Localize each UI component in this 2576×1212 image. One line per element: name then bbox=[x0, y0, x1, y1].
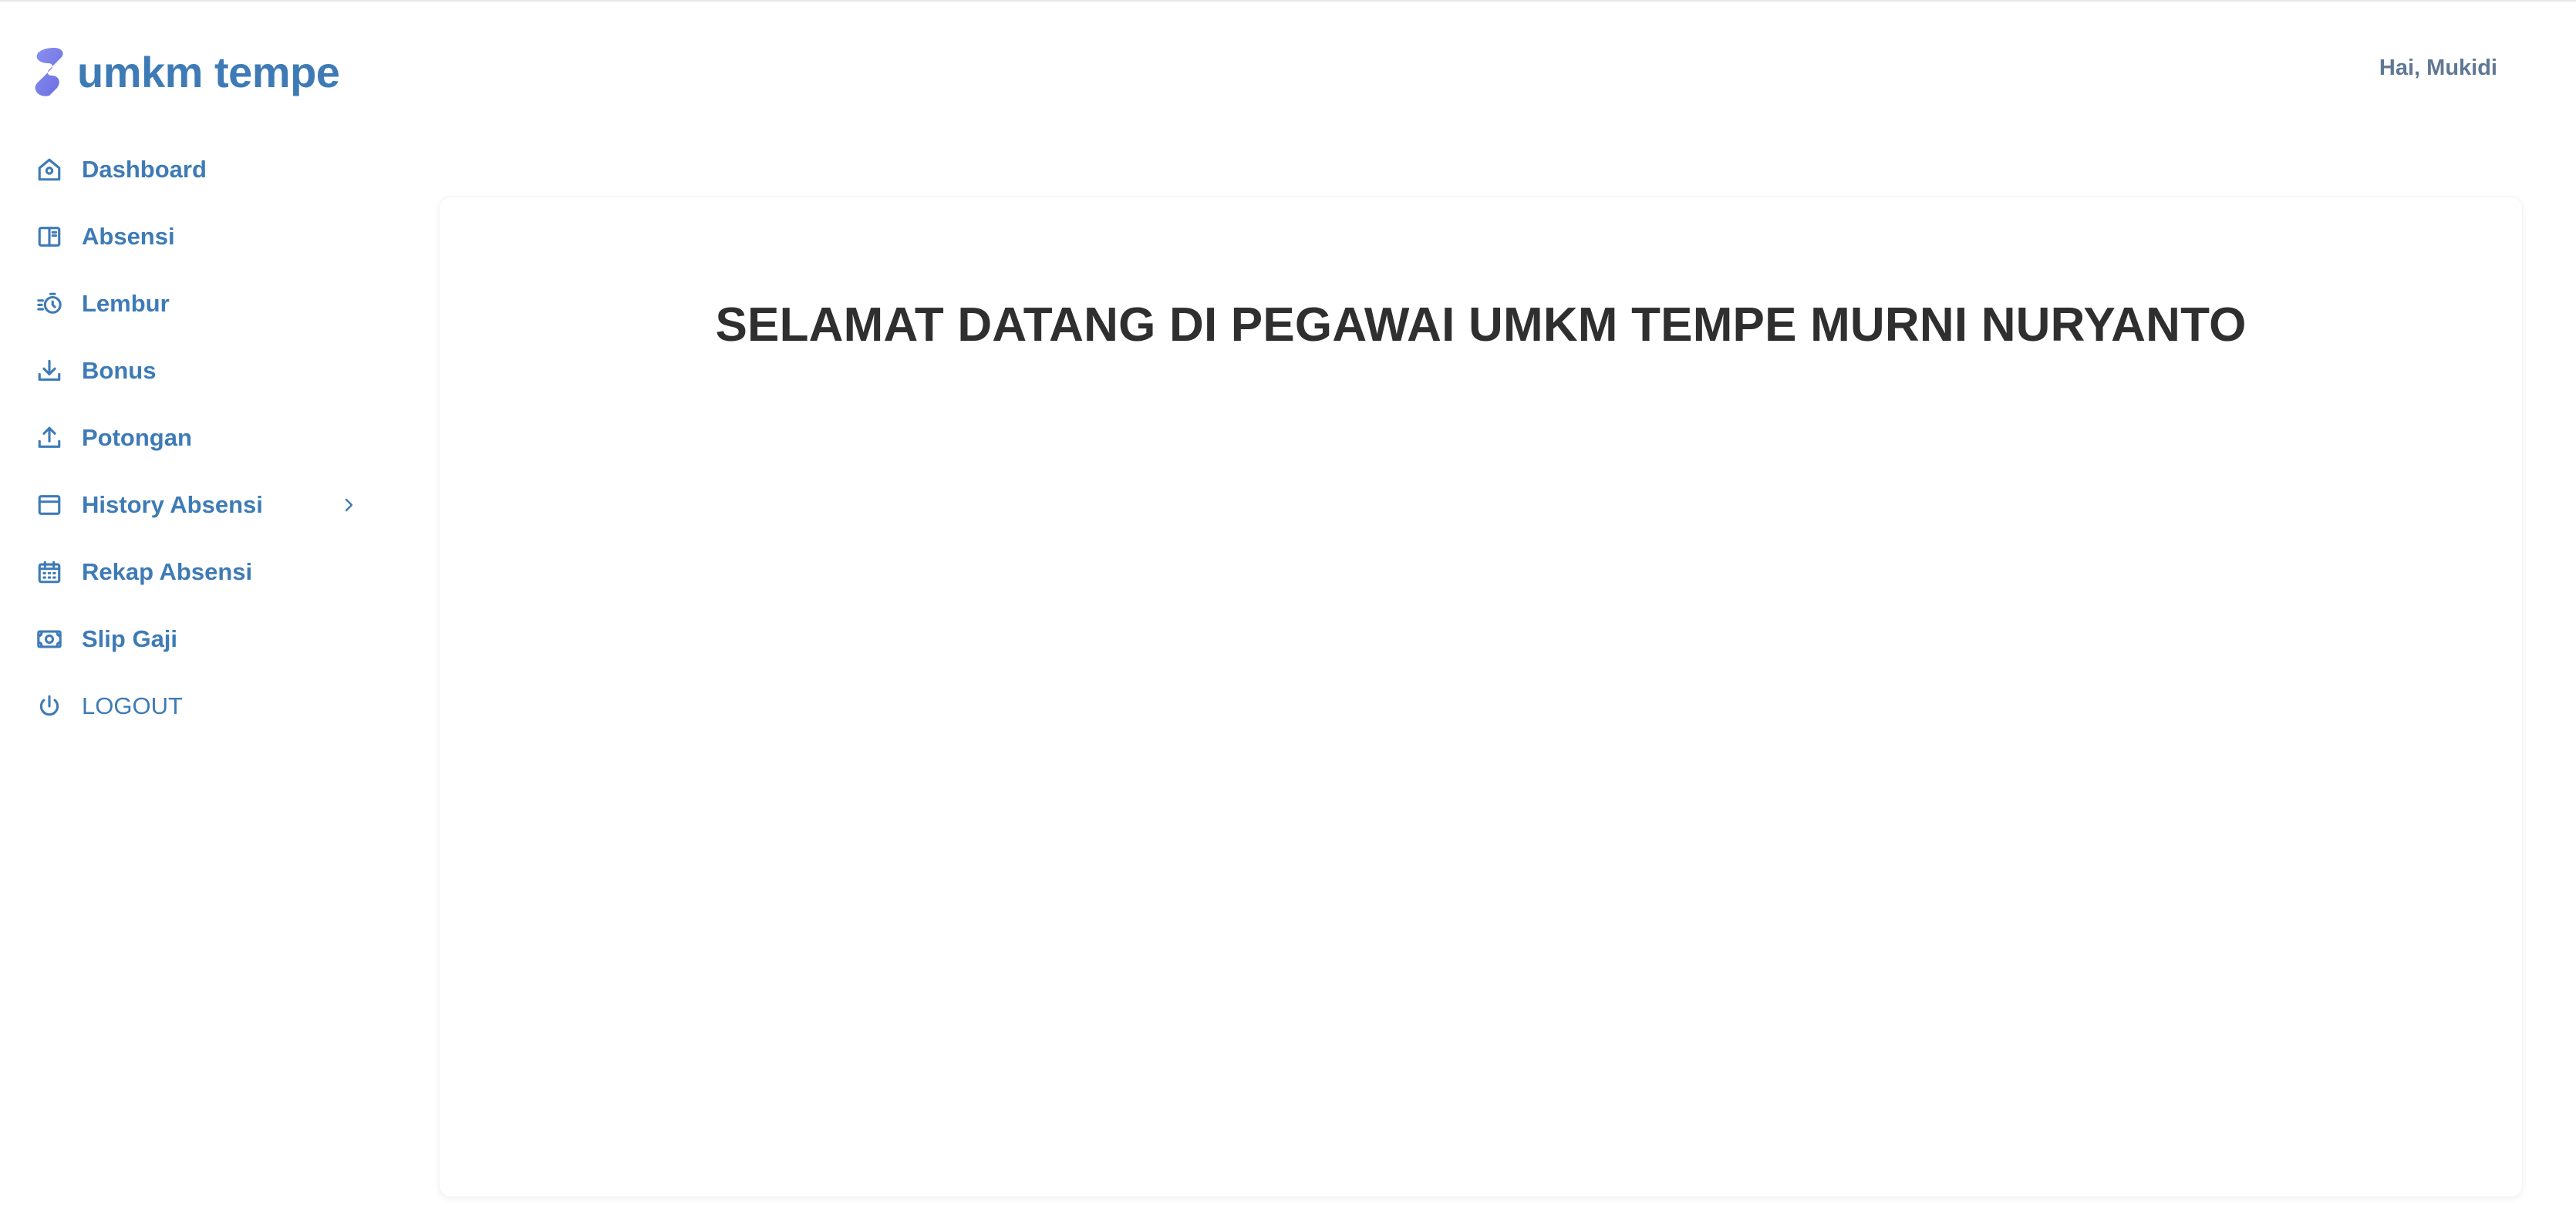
power-icon bbox=[34, 691, 65, 722]
sidebar-item-label: Dashboard bbox=[82, 155, 207, 183]
home-icon bbox=[34, 154, 65, 185]
sidebar-item-dashboard[interactable]: Dashboard bbox=[34, 136, 358, 203]
sidebar-item-label: Slip Gaji bbox=[82, 625, 178, 652]
sidebar-item-label: Lembur bbox=[82, 289, 170, 317]
sidebar-item-label: Potongan bbox=[82, 423, 192, 451]
sidebar-item-slip-gaji[interactable]: Slip Gaji bbox=[34, 605, 358, 672]
sidebar-item-label: Bonus bbox=[82, 356, 157, 384]
sidebar-item-label: LOGOUT bbox=[82, 692, 183, 719]
calendar-icon bbox=[34, 557, 65, 587]
upload-icon bbox=[34, 423, 65, 453]
stopwatch-icon bbox=[34, 288, 65, 319]
s-logo-icon bbox=[35, 48, 63, 96]
book-open-icon bbox=[34, 221, 65, 252]
sidebar-item-label: Rekap Absensi bbox=[82, 557, 253, 585]
money-icon bbox=[34, 624, 65, 655]
sidebar-item-logout[interactable]: LOGOUT bbox=[34, 672, 358, 739]
window-icon bbox=[34, 490, 65, 520]
download-icon bbox=[34, 355, 65, 386]
sidebar-item-rekap-absensi[interactable]: Rekap Absensi bbox=[34, 538, 358, 605]
brand-name: umkm tempe bbox=[77, 47, 340, 96]
user-greeting[interactable]: Hai, Mukidi bbox=[2379, 56, 2497, 81]
chevron-right-icon[interactable] bbox=[339, 496, 358, 514]
sidebar-item-absensi[interactable]: Absensi bbox=[34, 203, 358, 270]
sidebar-item-lembur[interactable]: Lembur bbox=[34, 270, 358, 337]
sidebar: umkm tempe Dashboard Absensi Lembur Bonu… bbox=[0, 2, 386, 1212]
sidebar-item-label: History Absensi bbox=[82, 490, 263, 518]
sidebar-item-potongan[interactable]: Potongan bbox=[34, 404, 358, 471]
page-title: SELAMAT DATANG DI PEGAWAI UMKM TEMPE MUR… bbox=[715, 298, 2247, 352]
brand-link[interactable]: umkm tempe bbox=[31, 46, 340, 97]
sidebar-nav: Dashboard Absensi Lembur Bonus Potongan bbox=[34, 136, 358, 739]
sidebar-item-history-absensi[interactable]: History Absensi bbox=[34, 471, 358, 538]
sidebar-item-bonus[interactable]: Bonus bbox=[34, 337, 358, 404]
main-card: SELAMAT DATANG DI PEGAWAI UMKM TEMPE MUR… bbox=[440, 197, 2522, 1197]
sidebar-item-label: Absensi bbox=[82, 222, 175, 250]
